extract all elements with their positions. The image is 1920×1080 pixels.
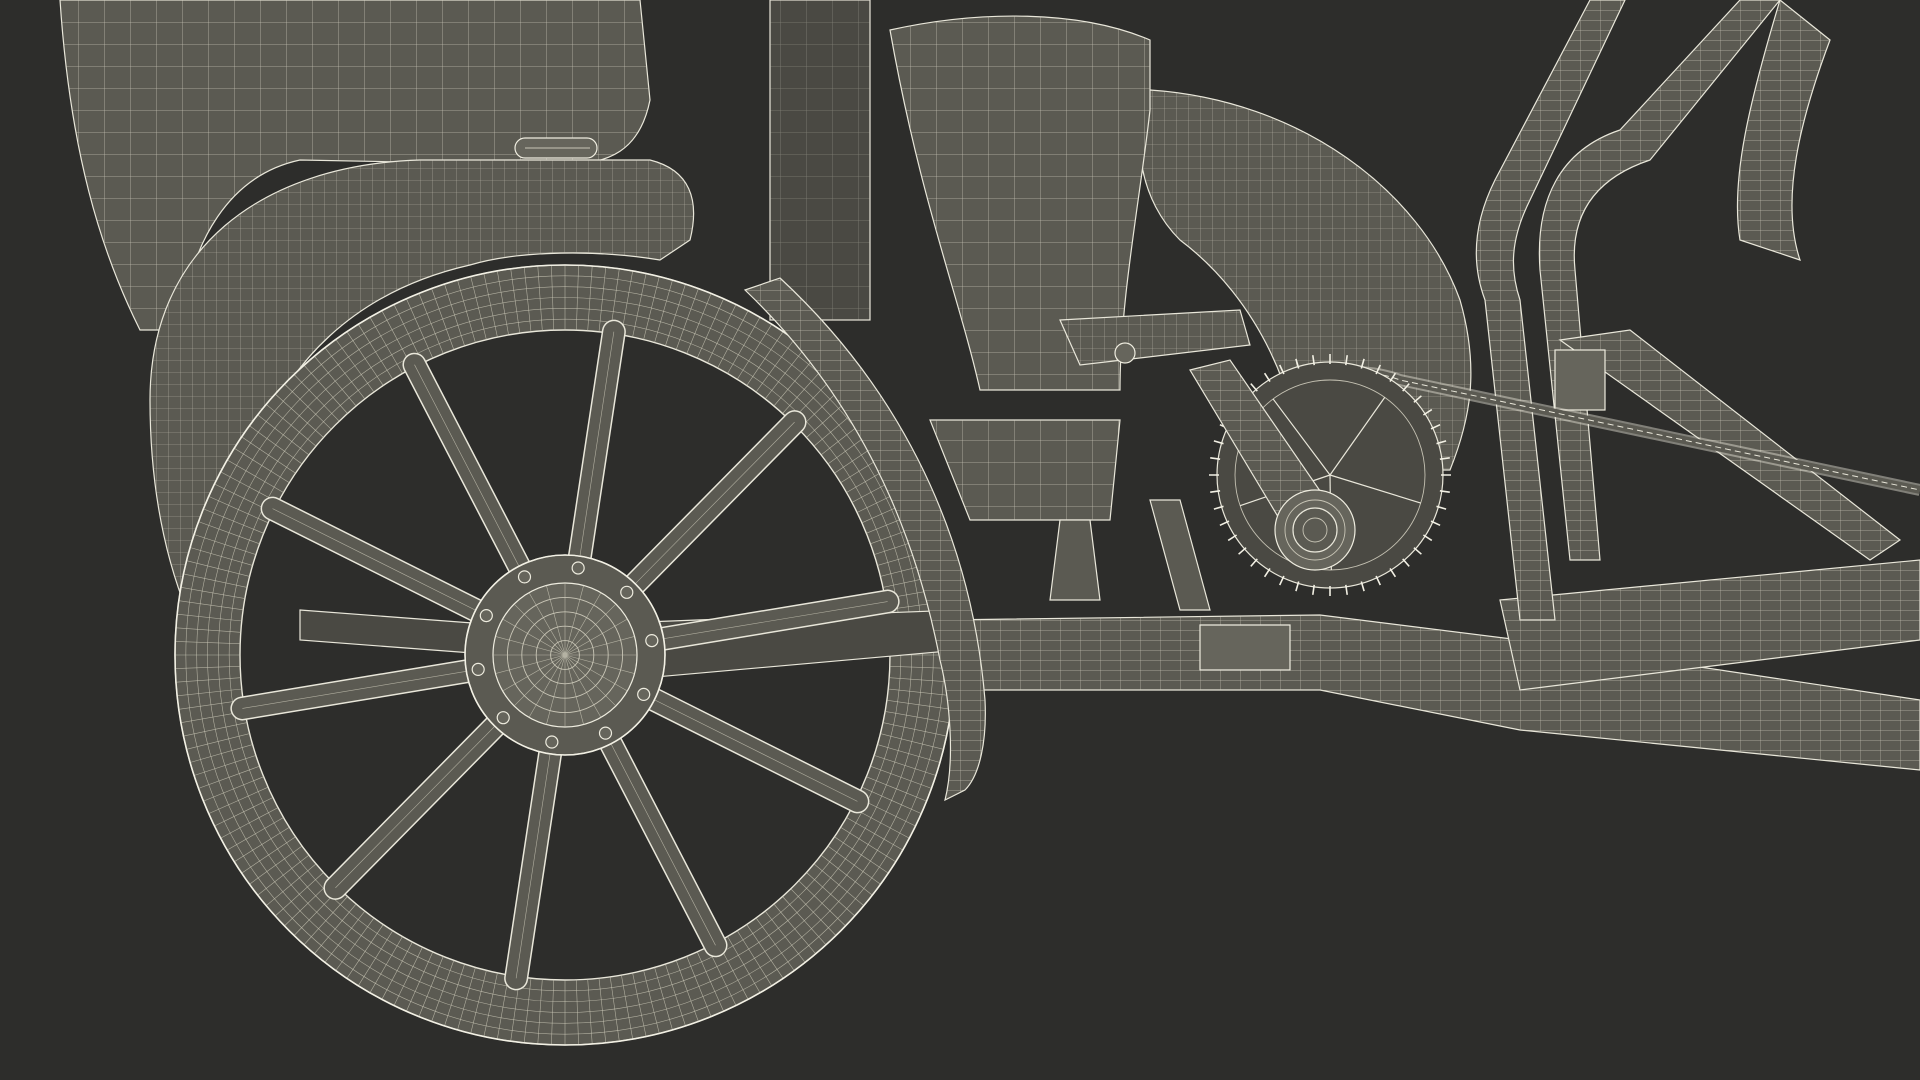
- hub-bolt: [571, 561, 585, 575]
- hub-mesh: [493, 583, 637, 727]
- hub-bolt: [517, 570, 532, 584]
- hub-bolt: [598, 726, 613, 740]
- hub-bolt: [645, 634, 659, 648]
- hub-bolt: [496, 711, 510, 725]
- frame-tubes: [1475, 0, 1902, 621]
- hub-bolt: [545, 735, 559, 749]
- render-viewport: [0, 0, 1920, 1080]
- hub-bolt: [471, 662, 485, 676]
- wireframe-scene: [59, 0, 1920, 1046]
- hub-bolt: [620, 585, 634, 599]
- hub-bolt: [637, 687, 651, 701]
- footboard: [929, 419, 1121, 521]
- pedal: [1059, 309, 1251, 366]
- hub-bolt: [479, 609, 493, 623]
